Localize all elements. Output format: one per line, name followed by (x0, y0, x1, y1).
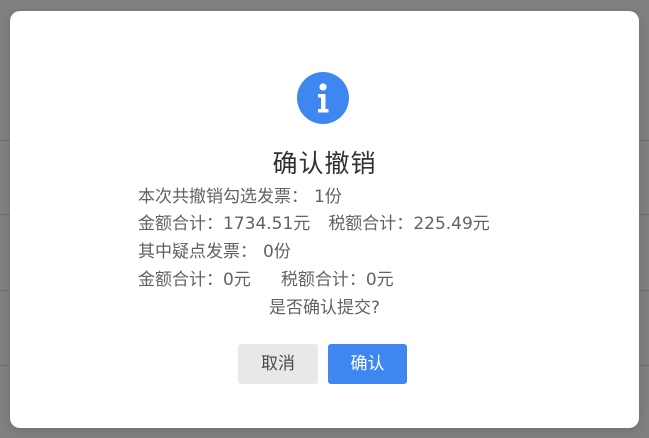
suspicious-amount-value: 0元 (223, 270, 251, 290)
suspicious-count-label: 其中疑点发票： (138, 242, 257, 262)
suspicious-amount-line: 金额合计：0元 税额合计：0元 (138, 269, 394, 291)
info-circle-icon (297, 72, 349, 124)
suspicious-count-line: 其中疑点发票： 0份 (138, 241, 291, 263)
suspicious-tax-label: 税额合计： (280, 270, 366, 290)
revoke-count-label: 本次共撤销勾选发票： (138, 187, 308, 207)
tax-total-value: 225.49元 (413, 214, 490, 234)
amount-total-value: 1734.51元 (223, 214, 311, 234)
revoke-count-line: 本次共撤销勾选发票： 1份 (138, 186, 342, 208)
dialog-title: 确认撤销 (272, 149, 377, 178)
confirm-question: 是否确认提交? (268, 298, 381, 318)
revoke-amount-line: 金额合计：1734.51元 税额合计：225.49元 (138, 213, 490, 235)
suspicious-tax-value: 0元 (365, 270, 394, 290)
confirm-button[interactable]: 确认 (328, 344, 407, 384)
amount-total-label: 金额合计： (138, 214, 223, 234)
revoke-count-value: 1份 (314, 187, 342, 207)
suspicious-amount-label: 金额合计： (138, 270, 223, 290)
tax-total-label: 税额合计： (328, 214, 414, 234)
confirm-revoke-dialog: 确认撤销 本次共撤销勾选发票： 1份 金额合计：1734.51元 税额合计：225.… (10, 11, 639, 428)
suspicious-count-value: 0份 (263, 242, 291, 262)
cancel-button[interactable]: 取消 (238, 344, 318, 384)
